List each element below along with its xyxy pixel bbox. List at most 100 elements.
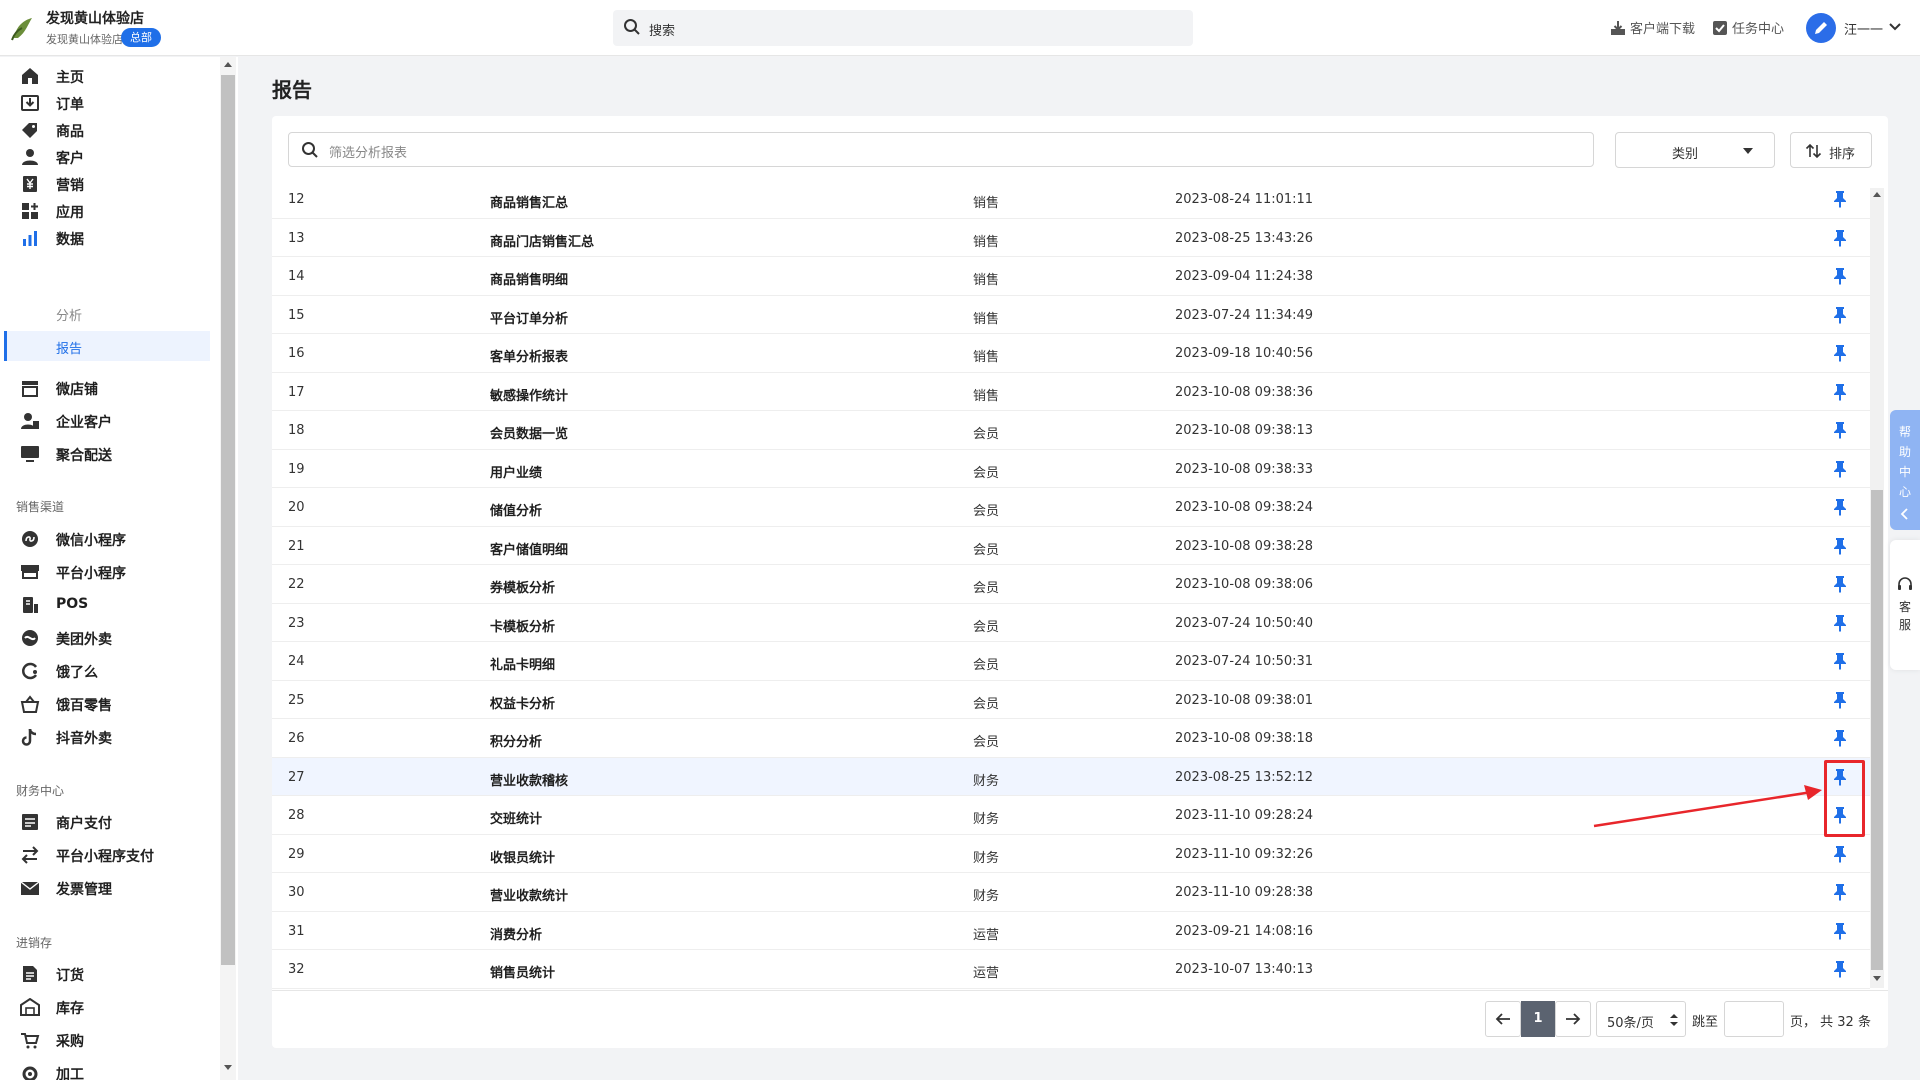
sidebar-item-warehouse[interactable]: 库存 (0, 992, 210, 1022)
report-name[interactable]: 积分分析 (490, 731, 542, 750)
client-download-link[interactable]: 客户端下载 (1610, 18, 1695, 37)
sidebar-item-order[interactable]: 订单 (0, 88, 210, 118)
table-row[interactable]: 14 商品销售明细 销售 2023-09-04 11:24:38 (272, 257, 1870, 296)
scroll-up-arrow-icon[interactable] (224, 62, 232, 67)
user-name[interactable]: 汪一一 (1844, 19, 1883, 38)
report-name[interactable]: 交班统计 (490, 808, 542, 827)
pin-icon[interactable] (1833, 190, 1847, 212)
table-row[interactable]: 30 营业收款统计 财务 2023-11-10 09:28:38 (272, 873, 1870, 912)
report-name[interactable]: 平台订单分析 (490, 308, 568, 327)
report-filter-input[interactable]: 筛选分析报表 (288, 132, 1594, 167)
current-page-button[interactable]: 1 (1521, 1001, 1555, 1037)
pin-icon[interactable] (1833, 498, 1847, 520)
report-name[interactable]: 储值分析 (490, 500, 542, 519)
sidebar-item-home[interactable]: 主页 (0, 61, 210, 91)
report-name[interactable]: 卡模板分析 (490, 616, 555, 635)
report-name[interactable]: 商品销售明细 (490, 269, 568, 288)
report-name[interactable]: 消费分析 (490, 924, 542, 943)
chevron-down-icon[interactable] (1888, 20, 1902, 34)
customer-service-tab[interactable]: 客服 (1890, 540, 1920, 670)
scroll-down-arrow-icon[interactable] (224, 1065, 232, 1070)
sidebar-subitem-analysis[interactable]: 分析 (0, 298, 210, 328)
table-row[interactable]: 29 收银员统计 财务 2023-11-10 09:32:26 (272, 835, 1870, 873)
pin-icon[interactable] (1833, 537, 1847, 559)
sort-button[interactable]: 排序 (1790, 132, 1872, 168)
sidebar-item-user[interactable]: 客户 (0, 142, 210, 172)
pin-icon[interactable] (1833, 460, 1847, 482)
next-page-button[interactable] (1555, 1001, 1591, 1037)
pin-icon[interactable] (1833, 421, 1847, 443)
pin-icon[interactable] (1833, 344, 1847, 366)
sidebar-item-miniprogram[interactable]: 微信小程序 (0, 524, 210, 554)
table-row[interactable]: 15 平台订单分析 销售 2023-07-24 11:34:49 (272, 296, 1870, 334)
pin-icon[interactable] (1833, 960, 1847, 982)
prev-page-button[interactable] (1485, 1001, 1521, 1037)
sidebar-item-store[interactable]: 微店铺 (0, 373, 210, 403)
sidebar-item-platform[interactable]: 平台小程序 (0, 557, 210, 587)
sidebar-item-bar-chart[interactable]: 数据 (0, 223, 210, 253)
sidebar-item-basket[interactable]: 饿百零售 (0, 689, 210, 719)
table-row[interactable]: 13 商品门店销售汇总 销售 2023-08-25 13:43:26 (272, 219, 1870, 257)
pin-icon[interactable] (1833, 729, 1847, 751)
task-center-link[interactable]: 任务中心 (1712, 18, 1784, 37)
sidebar-subitem-report[interactable]: 报告 (4, 331, 210, 361)
sidebar-item-processing[interactable]: 加工 (0, 1058, 210, 1080)
table-row[interactable]: 25 权益卡分析 会员 2023-10-08 09:38:01 (272, 681, 1870, 719)
sidebar-item-enterprise[interactable]: 企业客户 (0, 406, 210, 436)
report-name[interactable]: 客单分析报表 (490, 346, 568, 365)
scroll-up-arrow-icon[interactable] (1873, 192, 1881, 197)
sidebar-item-transfer[interactable]: 平台小程序支付 (0, 840, 210, 870)
pin-icon[interactable] (1833, 306, 1847, 328)
report-name[interactable]: 权益卡分析 (490, 693, 555, 712)
table-row[interactable]: 26 积分分析 会员 2023-10-08 09:38:18 (272, 719, 1870, 758)
sidebar-item-purchase-order[interactable]: 订货 (0, 959, 210, 989)
table-row[interactable]: 24 礼品卡明细 会员 2023-07-24 10:50:31 (272, 642, 1870, 681)
sidebar-item-apps[interactable]: 应用 (0, 196, 210, 226)
table-row[interactable]: 32 销售员统计 运营 2023-10-07 13:40:13 (272, 950, 1870, 989)
sidebar-scroll-thumb[interactable] (221, 75, 235, 965)
sidebar-item-delivery[interactable]: 聚合配送 (0, 439, 210, 469)
table-row[interactable]: 31 消费分析 运营 2023-09-21 14:08:16 (272, 912, 1870, 950)
page-size-select[interactable]: 50条/页 (1596, 1001, 1686, 1037)
sidebar-item-tag[interactable]: 商品 (0, 115, 210, 145)
pin-icon[interactable] (1833, 229, 1847, 251)
sidebar-item-payment[interactable]: 商户支付 (0, 807, 210, 837)
sidebar-item-invoice[interactable]: 发票管理 (0, 873, 210, 903)
table-row[interactable]: 18 会员数据一览 会员 2023-10-08 09:38:13 (272, 411, 1870, 450)
table-row[interactable]: 19 用户业绩 会员 2023-10-08 09:38:33 (272, 450, 1870, 488)
report-name[interactable]: 券模板分析 (490, 577, 555, 596)
user-avatar[interactable] (1806, 13, 1836, 43)
report-name[interactable]: 用户业绩 (490, 462, 542, 481)
table-row[interactable]: 23 卡模板分析 会员 2023-07-24 10:50:40 (272, 604, 1870, 642)
table-scroll-thumb[interactable] (1871, 490, 1883, 970)
report-name[interactable]: 商品门店销售汇总 (490, 231, 594, 250)
pin-icon[interactable] (1833, 922, 1847, 944)
report-name[interactable]: 营业收款统计 (490, 885, 568, 904)
report-name[interactable]: 客户储值明细 (490, 539, 568, 558)
table-row[interactable]: 17 敏感操作统计 销售 2023-10-08 09:38:36 (272, 373, 1870, 411)
report-name[interactable]: 营业收款稽核 (490, 770, 568, 789)
report-name[interactable]: 商品销售汇总 (490, 192, 568, 211)
category-select[interactable]: 类别 (1615, 132, 1775, 168)
pin-icon[interactable] (1833, 691, 1847, 713)
table-row[interactable]: 21 客户储值明细 会员 2023-10-08 09:38:28 (272, 527, 1870, 565)
report-name[interactable]: 收银员统计 (490, 847, 555, 866)
store-name[interactable]: 发现黄山体验店 (46, 8, 144, 28)
sidebar-item-pos[interactable]: POS (0, 590, 210, 620)
pin-icon[interactable] (1833, 267, 1847, 289)
pin-icon[interactable] (1833, 383, 1847, 405)
pin-icon[interactable] (1833, 575, 1847, 597)
table-row[interactable]: 22 券模板分析 会员 2023-10-08 09:38:06 (272, 565, 1870, 604)
report-name[interactable]: 会员数据一览 (490, 423, 568, 442)
pin-icon[interactable] (1833, 883, 1847, 905)
sidebar-item-eleme[interactable]: 饿了么 (0, 656, 210, 686)
sidebar-item-procurement[interactable]: 采购 (0, 1025, 210, 1055)
global-search-input[interactable]: 搜索 (613, 10, 1193, 46)
report-name[interactable]: 礼品卡明细 (490, 654, 555, 673)
report-name[interactable]: 敏感操作统计 (490, 385, 568, 404)
sidebar-item-douyin[interactable]: 抖音外卖 (0, 722, 210, 752)
table-row[interactable]: 16 客单分析报表 销售 2023-09-18 10:40:56 (272, 334, 1870, 373)
scroll-down-arrow-icon[interactable] (1873, 976, 1881, 981)
sidebar-item-yen[interactable]: 营销 (0, 169, 210, 199)
jump-page-input[interactable] (1724, 1001, 1784, 1037)
